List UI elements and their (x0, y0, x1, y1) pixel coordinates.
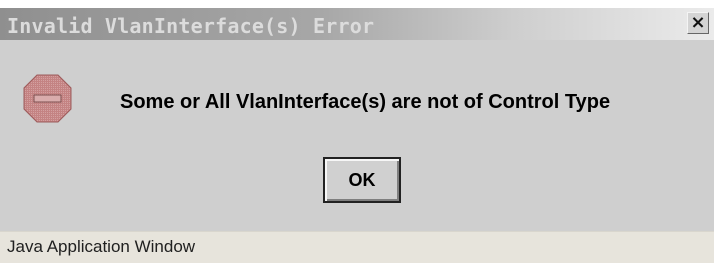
close-button[interactable]: × (687, 12, 709, 34)
title-bar[interactable]: Invalid VlanInterface(s) Error × (0, 8, 714, 40)
window-title: Invalid VlanInterface(s) Error (7, 14, 375, 38)
error-dialog: Invalid VlanInterface(s) Error × Some or… (0, 0, 714, 263)
top-strip (0, 0, 714, 8)
ok-button[interactable]: OK (323, 157, 401, 203)
stop-icon (23, 74, 72, 123)
error-message: Some or All VlanInterface(s) are not of … (120, 91, 611, 113)
status-text: Java Application Window (7, 237, 196, 256)
status-bar: Java Application Window (0, 231, 714, 263)
